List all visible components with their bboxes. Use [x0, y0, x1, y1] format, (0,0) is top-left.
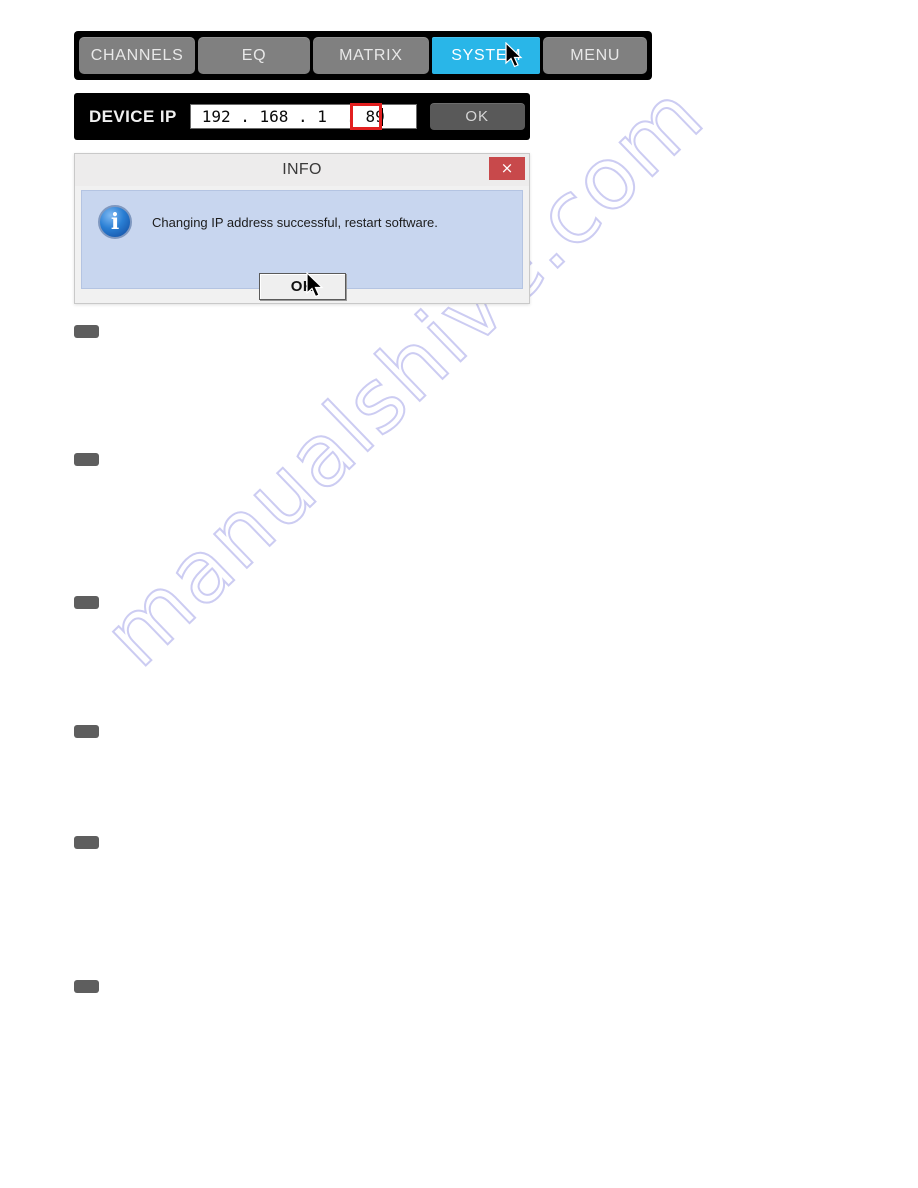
dialog-ok-label: OK	[290, 278, 315, 295]
dialog-title: INFO	[282, 161, 322, 178]
device-ip-label: DEVICE IP	[89, 106, 177, 126]
info-icon: i	[98, 205, 132, 239]
close-icon-glyph: ×	[500, 159, 514, 177]
tab-eq-label: EQ	[241, 46, 267, 64]
tab-menu-label: MENU	[570, 46, 621, 64]
tab-channels-label: CHANNELS	[90, 46, 184, 64]
list-item-marker	[74, 836, 99, 849]
info-icon-glyph: i	[110, 208, 120, 235]
device-ip-bar: DEVICE IP 192 . 168 . 1 . 89 OK	[74, 93, 530, 140]
device-ip-input[interactable]: 192 . 168 . 1 . 89	[189, 103, 417, 130]
tab-channels[interactable]: CHANNELS	[79, 37, 196, 74]
tab-eq[interactable]: EQ	[198, 37, 310, 74]
dialog-message-row: i Changing IP address successful, restar…	[98, 205, 438, 239]
list-item-marker	[74, 596, 99, 609]
device-ip-ok-label: OK	[465, 108, 490, 125]
list-item-marker	[74, 325, 99, 338]
info-dialog: INFO × i Changing IP address successful,…	[74, 153, 530, 304]
list-item-marker	[74, 725, 99, 738]
tab-matrix-label: MATRIX	[339, 46, 403, 64]
dialog-body: i Changing IP address successful, restar…	[81, 190, 523, 300]
dialog-titlebar: INFO ×	[75, 154, 529, 186]
navigation-tab-bar: CHANNELS EQ MATRIX SYSTEM MENU	[74, 31, 652, 80]
tab-matrix[interactable]: MATRIX	[312, 37, 430, 74]
dialog-ok-button[interactable]: OK	[259, 273, 346, 300]
device-ip-ok-button[interactable]: OK	[429, 103, 525, 130]
tab-system[interactable]: SYSTEM	[432, 37, 541, 74]
close-icon[interactable]: ×	[489, 157, 525, 180]
tab-menu[interactable]: MENU	[543, 37, 647, 74]
text-caret	[381, 108, 383, 126]
device-ip-value-prefix: 192 . 168 . 1 .	[201, 107, 366, 126]
list-item-marker	[74, 980, 99, 993]
list-item-marker	[74, 453, 99, 466]
dialog-message-text: Changing IP address successful, restart …	[152, 214, 438, 230]
tab-system-label: SYSTEM	[451, 46, 522, 64]
